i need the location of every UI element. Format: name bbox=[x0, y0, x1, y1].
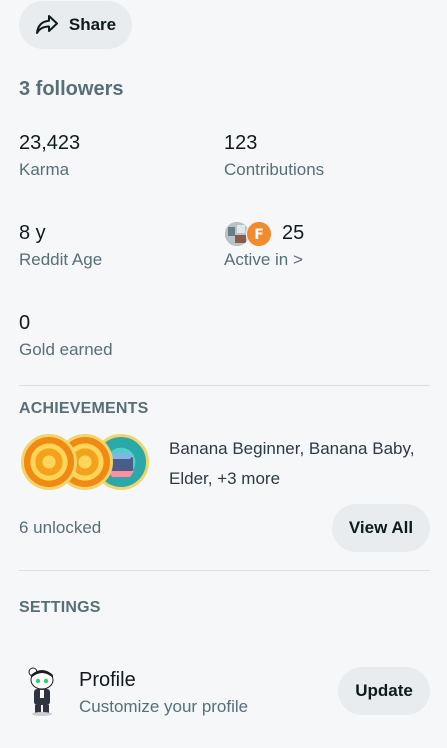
gold-value: 0 bbox=[19, 312, 31, 334]
view-all-button[interactable]: View All bbox=[332, 504, 430, 552]
active-communities[interactable]: F bbox=[224, 221, 274, 247]
karma-label: Karma bbox=[19, 160, 70, 179]
avatar bbox=[25, 666, 59, 716]
share-button[interactable]: Share bbox=[19, 1, 132, 49]
update-profile-button[interactable]: Update bbox=[338, 667, 430, 715]
unlocked-count: 6 unlocked bbox=[19, 518, 102, 537]
share-icon bbox=[35, 14, 69, 36]
active-in-link[interactable]: Active in > bbox=[224, 250, 303, 270]
community-icon: F bbox=[246, 221, 272, 247]
karma-value: 23,423 bbox=[19, 132, 81, 154]
gold-label: Gold earned bbox=[19, 340, 113, 359]
achievements-summary: Banana Beginner, Banana Baby, Elder, +3 … bbox=[169, 439, 415, 488]
divider bbox=[19, 385, 430, 386]
profile-title: Profile bbox=[79, 669, 136, 691]
reddit-age-value: 8 y bbox=[19, 222, 46, 244]
active-in-value: 25 bbox=[282, 222, 305, 244]
divider bbox=[19, 570, 430, 571]
reddit-age-label: Reddit Age bbox=[19, 250, 103, 269]
banana-beginner-badge-icon bbox=[21, 434, 77, 490]
contributions-label: Contributions bbox=[224, 160, 325, 179]
svg-text:F: F bbox=[254, 227, 264, 243]
achievement-badges[interactable] bbox=[21, 434, 151, 490]
share-label: Share bbox=[68, 15, 117, 34]
achievements-heading: ACHIEVEMENTS bbox=[19, 400, 149, 417]
profile-subtitle: Customize your profile bbox=[79, 697, 249, 716]
settings-heading: SETTINGS bbox=[19, 599, 101, 616]
contributions-value: 123 bbox=[224, 132, 258, 154]
followers-count[interactable]: 3 followers bbox=[19, 78, 123, 101]
